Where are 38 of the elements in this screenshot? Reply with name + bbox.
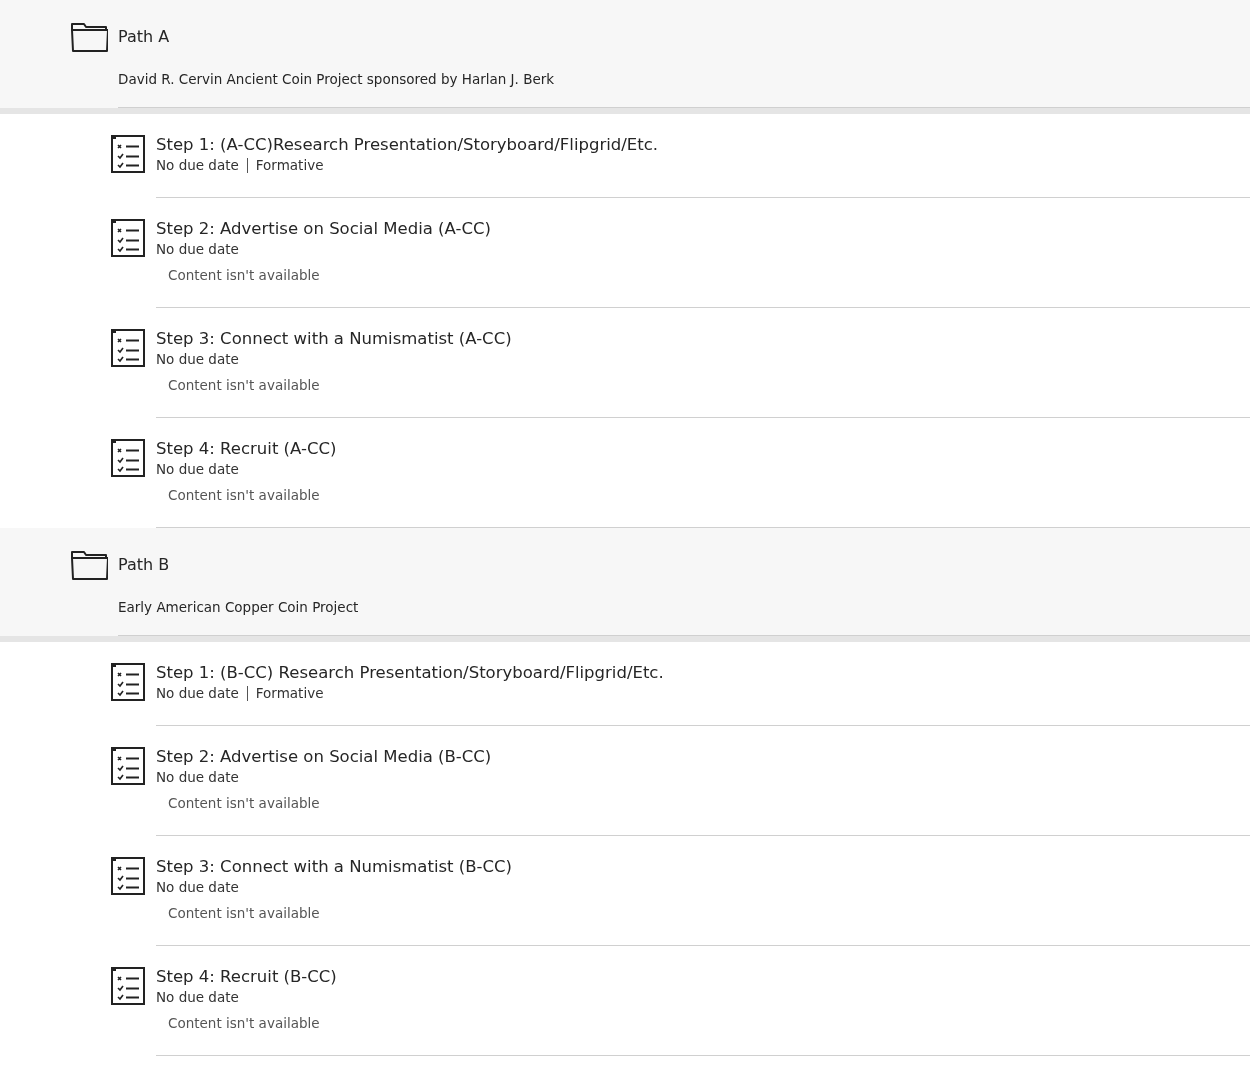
due-date: No due date [156,989,239,1005]
assignment-title[interactable]: Step 4: Recruit (A-CC) [156,439,1250,458]
checklist-icon [108,856,146,896]
checklist-icon [108,328,146,368]
checklist-icon [108,662,146,702]
checklist-icon [108,218,146,258]
availability-note: Content isn't available [168,795,321,811]
checklist-icon [108,134,146,174]
due-date: No due date [156,351,239,367]
checklist-icon [108,438,146,478]
due-date: No due date [156,685,239,701]
due-date: No due date [156,879,239,895]
assignment-title[interactable]: Step 1: (B-CC) Research Presentation/Storyboard/Flipgrid/Etc. [156,663,1250,682]
category-label: Formative [255,685,324,701]
checklist-icon [108,746,146,786]
availability-note: Content isn't available [168,905,321,921]
due-date: No due date [156,461,239,477]
due-date: No due date [156,769,239,785]
assignment-title[interactable]: Step 2: Advertise on Social Media (B-CC) [156,747,1250,766]
due-date: No due date [156,241,239,257]
folder-title[interactable]: Path A [118,26,170,46]
folder-icon [70,20,108,52]
assignment-title[interactable]: Step 1: (A-CC)Research Presentation/Storyboard/Flipgrid/Etc. [156,135,1250,154]
due-date: No due date [156,157,239,173]
folder-description: David R. Cervin Ancient Coin Project sponsored by Harlan J. Berk [118,71,1250,108]
assignment-title[interactable]: Step 4: Recruit (B-CC) [156,967,1250,986]
availability-note: Content isn't available [168,1015,321,1031]
availability-note: Content isn't available [168,377,321,393]
category-label: Formative [255,157,324,173]
assignment-title[interactable]: Step 3: Connect with a Numismatist (A-CC) [156,329,1250,348]
folder-title[interactable]: Path B [118,554,170,574]
folder-description: Early American Copper Coin Project [118,599,1250,636]
assignment-title[interactable]: Step 2: Advertise on Social Media (A-CC) [156,219,1250,238]
folder-icon [70,548,108,580]
checklist-icon [108,966,146,1006]
assignment-title[interactable]: Step 3: Connect with a Numismatist (B-CC) [156,857,1250,876]
availability-note: Content isn't available [168,267,321,283]
availability-note: Content isn't available [168,487,321,503]
